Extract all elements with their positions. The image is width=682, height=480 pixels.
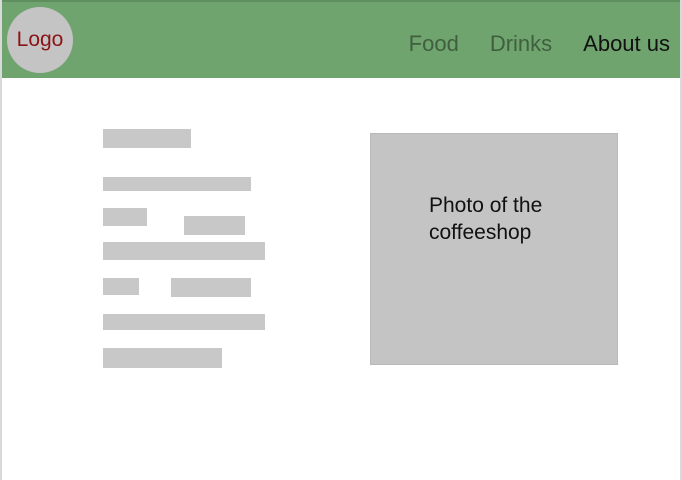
text-placeholder-heading <box>103 129 191 148</box>
text-placeholder-line <box>103 278 139 295</box>
logo[interactable]: Logo <box>7 7 73 73</box>
text-placeholder-line <box>103 208 147 226</box>
nav-link-drinks[interactable]: Drinks <box>490 30 552 58</box>
nav-link-food[interactable]: Food <box>409 30 459 58</box>
text-placeholder-line <box>184 216 245 235</box>
text-placeholder-line <box>171 278 251 297</box>
text-placeholder-line <box>103 314 265 330</box>
main-navigation: Food Drinks About us <box>409 30 670 58</box>
text-placeholder-line <box>103 348 222 368</box>
text-placeholder-line <box>103 177 251 191</box>
coffeeshop-photo-placeholder: Photo of the coffeeshop <box>370 133 618 365</box>
top-navbar: Logo Food Drinks About us <box>2 0 680 78</box>
photo-caption: Photo of the coffeeshop <box>429 194 543 244</box>
page-frame: Logo Food Drinks About us Photo of the c… <box>0 0 682 480</box>
nav-link-about-us[interactable]: About us <box>583 30 670 58</box>
text-placeholder-line <box>103 242 265 260</box>
